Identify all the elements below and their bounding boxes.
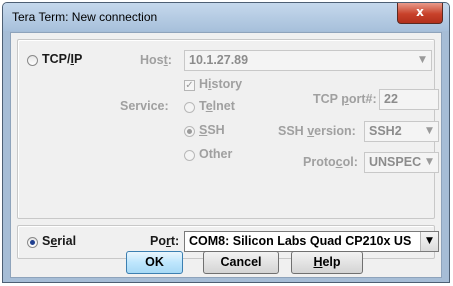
port-label: Port: <box>150 234 180 248</box>
close-icon: x <box>416 5 424 19</box>
host-value: 10.1.27.89 <box>189 53 249 67</box>
close-button[interactable]: x <box>397 3 443 24</box>
host-combobox[interactable]: 10.1.27.89 ▼ <box>184 50 432 71</box>
protocol-value: UNSPEC <box>369 155 422 169</box>
tcpip-radio[interactable] <box>27 55 38 66</box>
ssh-version-value: SSH2 <box>369 124 402 138</box>
service-label: Service: <box>120 99 169 113</box>
other-label[interactable]: Other <box>199 147 232 161</box>
ssh-version-label: SSH version: <box>278 124 356 138</box>
serial-label[interactable]: Serial <box>42 234 76 248</box>
help-button[interactable]: Help <box>291 251 363 274</box>
dialog-client-area: TCP/IP Host: 10.1.27.89 ▼ ✓ History Serv… <box>10 32 442 278</box>
ok-button[interactable]: OK <box>126 251 183 274</box>
tcpip-group: TCP/IP Host: 10.1.27.89 ▼ ✓ History Serv… <box>17 39 439 219</box>
history-label[interactable]: History <box>199 77 242 91</box>
chevron-down-icon[interactable]: ▼ <box>420 232 438 251</box>
protocol-select[interactable]: UNSPEC ▼ <box>364 152 439 173</box>
tcp-port-label: TCP port#: <box>313 92 377 106</box>
cancel-button[interactable]: Cancel <box>203 251 279 274</box>
ssh-radio[interactable] <box>184 126 195 137</box>
tcp-port-input[interactable]: 22 <box>379 89 439 110</box>
title-bar[interactable]: Tera Term: New connection x <box>3 3 449 31</box>
serial-radio[interactable] <box>27 237 38 248</box>
port-value: COM8: Silicon Labs Quad CP210x US <box>189 234 412 248</box>
telnet-label[interactable]: Telnet <box>199 99 235 113</box>
port-select[interactable]: COM8: Silicon Labs Quad CP210x US ▼ <box>184 231 439 252</box>
chevron-down-icon[interactable]: ▼ <box>414 51 431 70</box>
tcp-port-value: 22 <box>384 92 398 106</box>
other-radio[interactable] <box>184 150 195 161</box>
ssh-label[interactable]: SSH <box>199 123 225 137</box>
history-checkbox[interactable]: ✓ <box>184 80 195 91</box>
tcpip-label[interactable]: TCP/IP <box>42 52 82 66</box>
host-label: Host: <box>140 53 172 67</box>
ssh-version-select[interactable]: SSH2 ▼ <box>364 121 439 142</box>
protocol-label: Protocol: <box>303 155 358 169</box>
window-title: Tera Term: New connection <box>12 10 158 24</box>
dialog-window: Tera Term: New connection x TCP/IP Host:… <box>2 2 450 283</box>
chevron-down-icon[interactable]: ▼ <box>421 122 438 141</box>
telnet-radio[interactable] <box>184 102 195 113</box>
chevron-down-icon[interactable]: ▼ <box>421 153 438 172</box>
